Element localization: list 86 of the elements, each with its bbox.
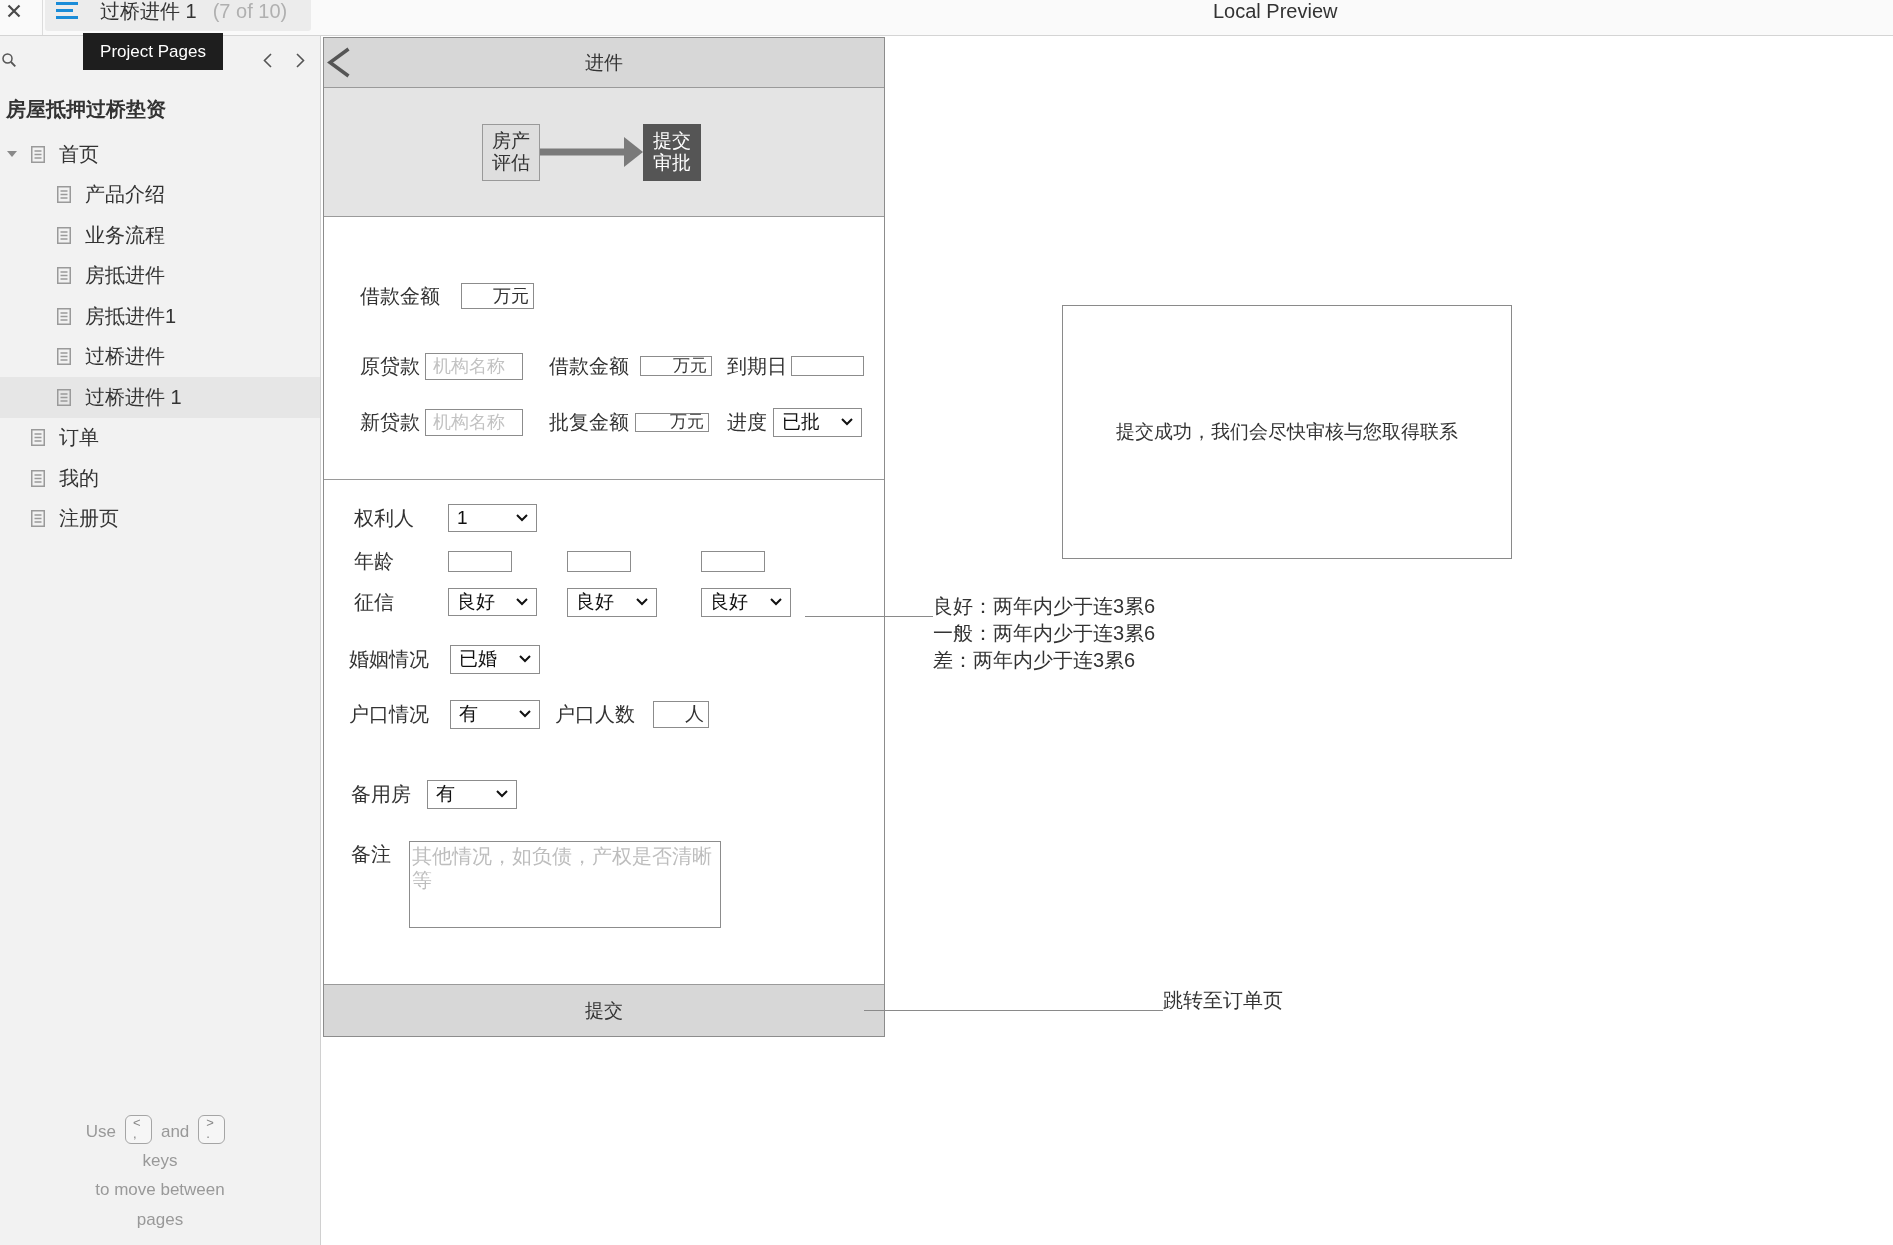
field-label: 户口情况 xyxy=(349,702,429,727)
step-box: 提交审批 xyxy=(643,123,701,181)
dropdown[interactable]: 有 xyxy=(427,779,517,809)
screen-title: 进件 xyxy=(585,50,623,75)
page-tree-item[interactable]: 注册页 xyxy=(0,498,320,539)
field-label: 户口人数 xyxy=(555,702,635,727)
field-label: 借款金额 xyxy=(549,354,629,379)
input-field[interactable]: 万元 xyxy=(461,283,534,309)
input-field[interactable] xyxy=(567,550,631,572)
page-tree-item[interactable]: 过桥进件 xyxy=(0,336,320,377)
page-tree-item[interactable]: 订单 xyxy=(0,417,320,458)
page-icon xyxy=(57,307,71,325)
page-tree-item[interactable]: 房抵进件 xyxy=(0,255,320,296)
chevron-down-icon xyxy=(516,598,528,606)
page-tree-item[interactable]: 产品介绍 xyxy=(0,174,320,215)
tooltip: Project Pages xyxy=(83,33,223,70)
arrow-icon xyxy=(540,137,643,167)
hint-text: pages xyxy=(136,1208,184,1231)
hint-text: Use xyxy=(85,1120,116,1143)
chevron-down-icon xyxy=(516,514,528,522)
page-icon xyxy=(57,186,71,204)
input-field[interactable] xyxy=(791,356,864,376)
page-icon xyxy=(57,348,71,366)
submit-button[interactable]: 提交 xyxy=(324,984,884,1036)
dropdown[interactable]: 良好 xyxy=(701,587,791,617)
field-label: 进度 xyxy=(727,410,767,435)
field-label: 备注 xyxy=(351,842,391,867)
field-label: 婚姻情况 xyxy=(349,647,429,672)
chevron-down-icon xyxy=(519,710,531,718)
back-icon[interactable] xyxy=(326,47,351,78)
input-field[interactable] xyxy=(701,550,765,572)
chevron-right-icon[interactable] xyxy=(296,52,305,68)
hint-text: and xyxy=(160,1120,190,1143)
annotation-text: 一般：两年内少于连3累6 xyxy=(933,621,1156,646)
dropdown[interactable]: 良好 xyxy=(567,587,657,617)
page-tree-item[interactable]: 房抵进件1 xyxy=(0,296,320,337)
annotation-text: 跳转至订单页 xyxy=(1163,988,1283,1013)
dropdown[interactable]: 良好 xyxy=(448,588,537,616)
dropdown[interactable]: 1 xyxy=(448,504,537,532)
close-icon[interactable] xyxy=(7,4,21,18)
chevron-down-icon xyxy=(496,790,508,798)
input-field[interactable]: 万元 xyxy=(640,356,712,376)
field-label: 权利人 xyxy=(354,506,415,531)
page-tree-item[interactable]: 过桥进件 1 xyxy=(0,377,320,418)
field-label: 备用房 xyxy=(351,782,411,807)
field-label: 征信 xyxy=(354,590,395,615)
annotation-text: 良好：两年内少于连3累6 xyxy=(933,594,1156,619)
page-tree-item[interactable]: 首页 xyxy=(0,134,320,175)
hint-text: to move between xyxy=(95,1179,225,1201)
project-title: 房屋抵押过桥垫资 xyxy=(5,97,167,122)
page-icon xyxy=(31,510,45,528)
chevron-down-icon xyxy=(519,655,531,663)
keycap: < , xyxy=(124,1115,152,1144)
page-icon xyxy=(31,145,45,163)
field-label: 新贷款 xyxy=(360,410,420,435)
page-icon xyxy=(31,429,45,447)
page-tree-item[interactable]: 业务流程 xyxy=(0,215,320,256)
search-icon[interactable] xyxy=(2,53,16,67)
chevron-left-icon[interactable] xyxy=(263,52,272,68)
step-box: 房产评估 xyxy=(482,123,540,181)
chevron-down-icon xyxy=(770,598,782,606)
page-icon xyxy=(57,388,71,406)
page-icon xyxy=(57,267,71,285)
chevron-down-icon xyxy=(841,418,853,426)
page-tree-item[interactable]: 我的 xyxy=(0,458,320,499)
keycap: > . xyxy=(198,1115,226,1144)
field-label: 原贷款 xyxy=(360,354,420,379)
dialog-message: 提交成功，我们会尽快审核与您取得联系 xyxy=(1116,420,1458,444)
dropdown[interactable]: 有 xyxy=(450,699,540,729)
menu-icon xyxy=(56,2,78,19)
field-label: 到期日 xyxy=(727,354,787,379)
page-icon xyxy=(31,469,45,487)
input-field[interactable]: 万元 xyxy=(635,412,709,432)
field-label: 借款金额 xyxy=(360,284,440,309)
page-icon xyxy=(57,226,71,244)
input-field[interactable]: 人 xyxy=(653,700,709,728)
chevron-down-icon xyxy=(636,598,648,606)
dropdown[interactable]: 已批 xyxy=(773,407,862,437)
hint-text: keys xyxy=(142,1149,178,1172)
page-tab[interactable]: 过桥进件 1 (7 of 10) xyxy=(45,0,311,31)
preview-title: Local Preview xyxy=(1213,0,1338,22)
field-label: 批复金额 xyxy=(549,410,629,435)
field-label: 年龄 xyxy=(354,549,395,574)
input-field[interactable] xyxy=(448,550,512,572)
dropdown[interactable]: 已婚 xyxy=(450,644,540,674)
annotation-text: 差：两年内少于连3累6 xyxy=(933,648,1137,673)
